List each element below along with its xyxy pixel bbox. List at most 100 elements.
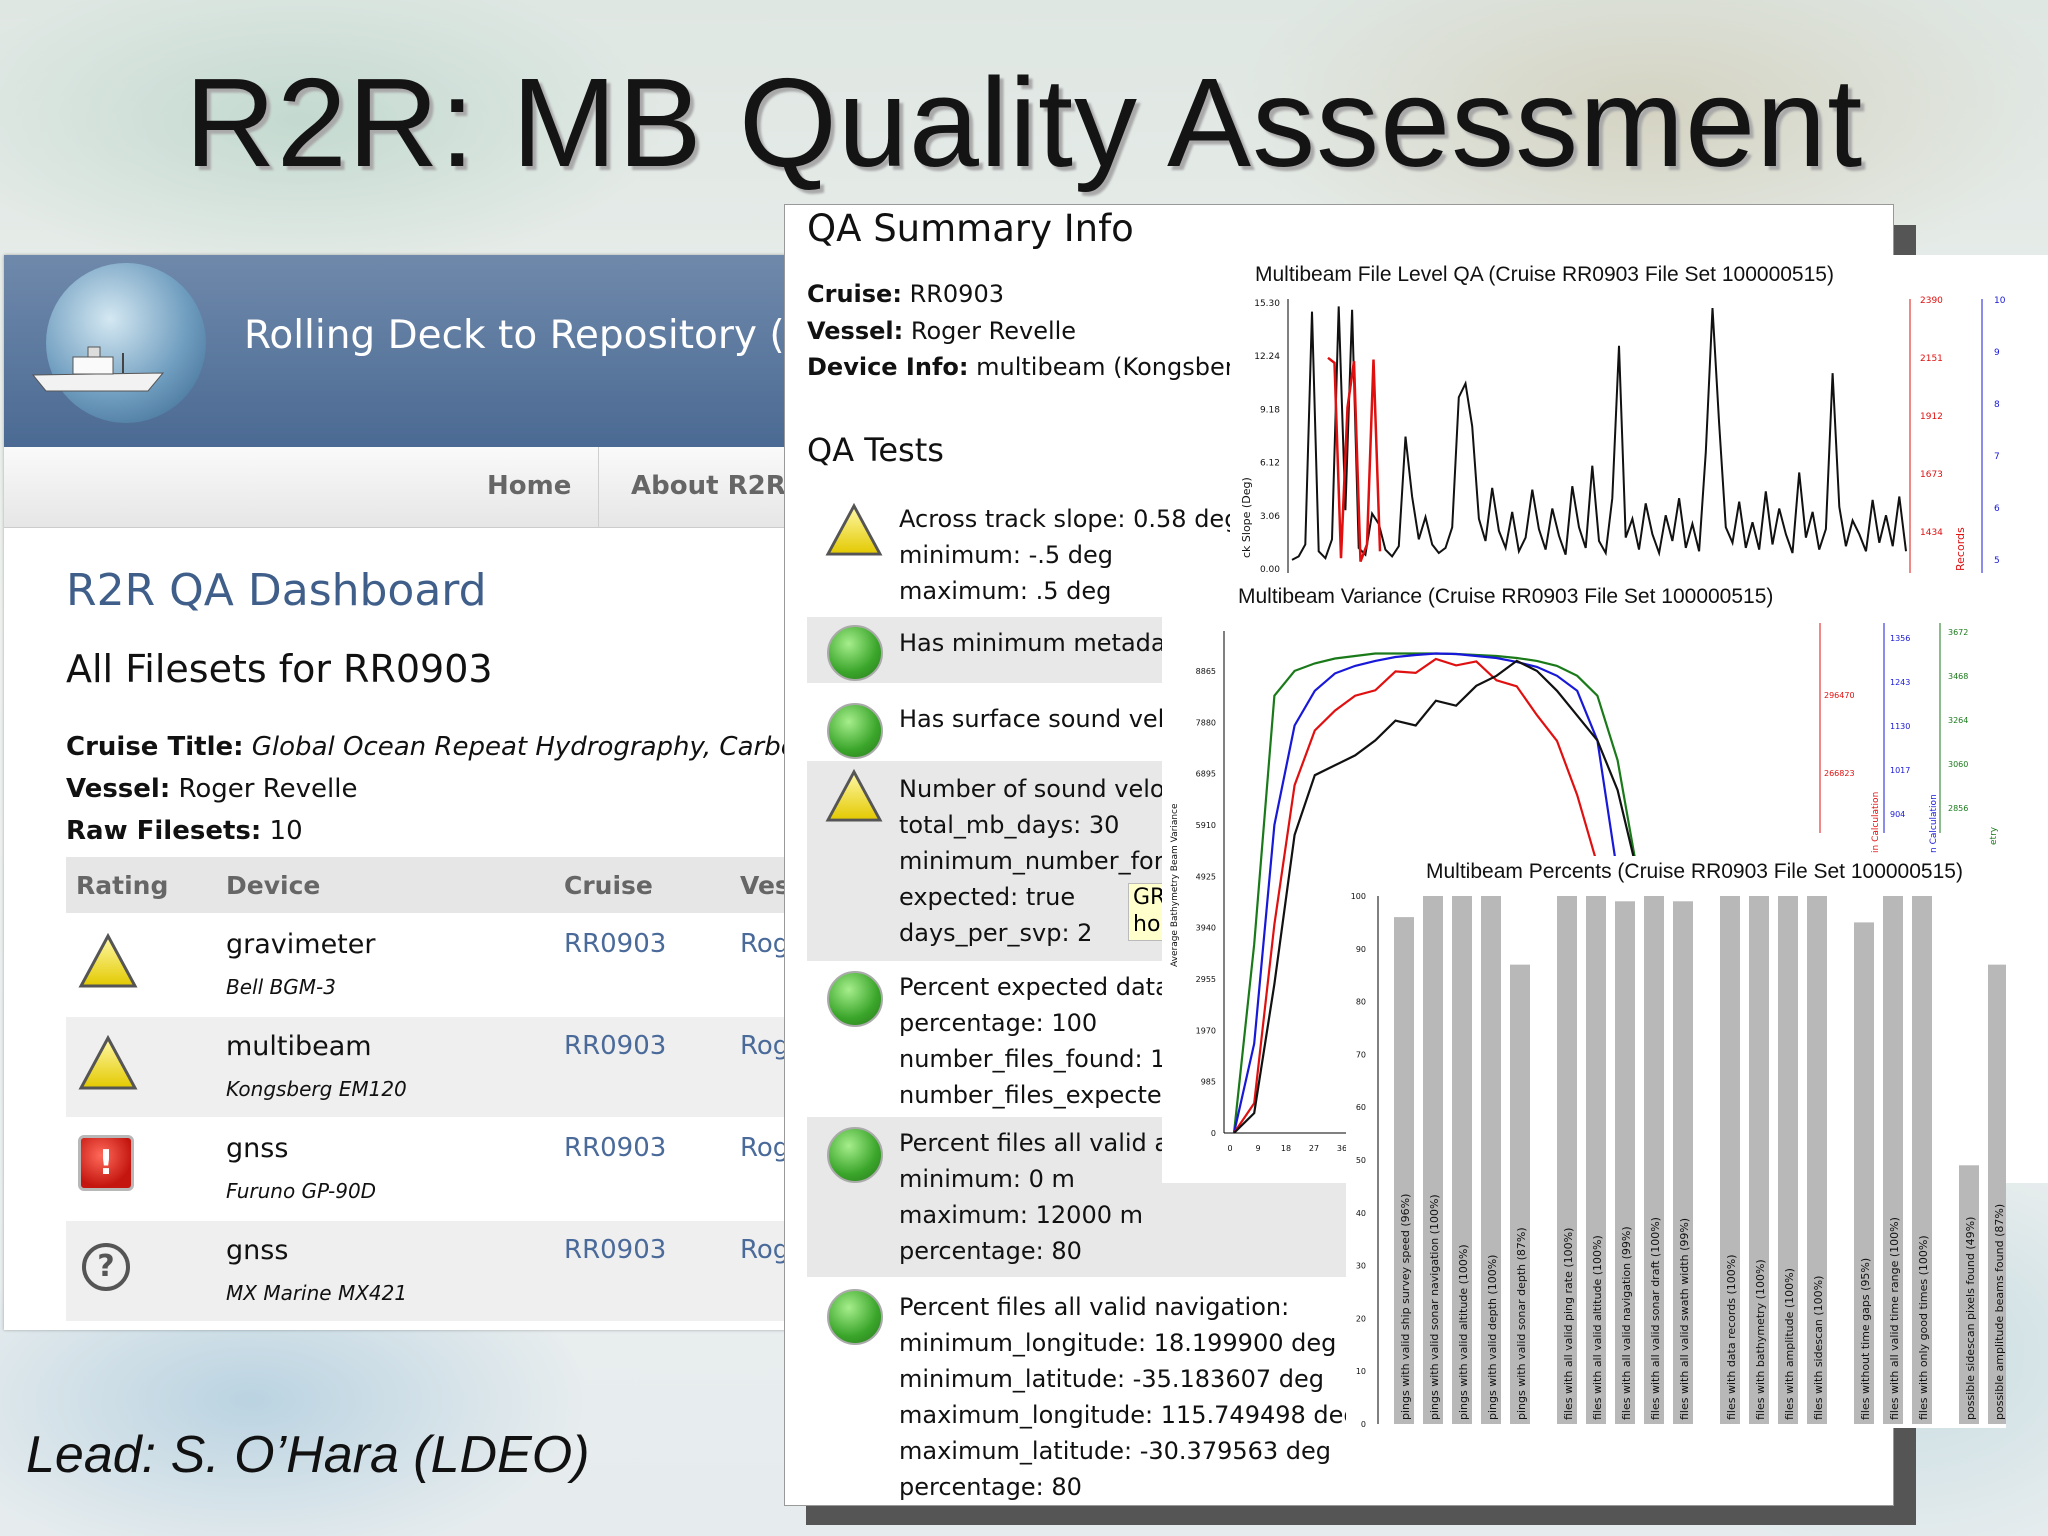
blue-tick-label: 8 xyxy=(1994,400,2000,410)
qa-test-line: maximum: .5 deg xyxy=(899,577,1112,605)
red-tick-label: 2390 xyxy=(1920,296,1943,306)
qa-test-line: Has minimum metadata xyxy=(899,629,1190,657)
green-tick-label: 3672 xyxy=(1948,628,1968,637)
y-tick-label: 9.18 xyxy=(1260,405,1280,415)
blue-tick-label: 1243 xyxy=(1890,678,1910,687)
y-axis-label: ck Slope (Deg) xyxy=(1240,477,1253,558)
green-tick-label: 3468 xyxy=(1948,672,1968,681)
col-vessel[interactable]: Ves xyxy=(740,871,790,900)
y-tick-label: 50 xyxy=(1356,1156,1366,1165)
device-name: gnss xyxy=(226,1235,289,1266)
vessel-link[interactable]: Rog xyxy=(740,929,789,959)
vessel-link[interactable]: Rog xyxy=(740,1031,789,1061)
red-tick-label: 1434 xyxy=(1920,528,1943,538)
qa-test-line: maximum_latitude: -30.379563 deg xyxy=(899,1437,1332,1465)
qa-test-line: maximum_longitude: 115.749498 deg xyxy=(899,1401,1359,1429)
qa-test-line: minimum: -.5 deg xyxy=(899,541,1114,569)
y-tick-label: 30 xyxy=(1356,1262,1366,1271)
question-icon: ? xyxy=(82,1243,130,1291)
y-tick-label: 0.00 xyxy=(1260,565,1280,575)
ship-icon xyxy=(31,346,165,392)
chart-percents: Multibeam Percents (Cruise RR0903 File S… xyxy=(1346,856,2006,1428)
y-tick-label: 4925 xyxy=(1196,872,1216,881)
ok-icon xyxy=(827,971,883,1027)
blue-tick-label: 1356 xyxy=(1890,634,1910,643)
bar-label: files with all valid altitude (100%) xyxy=(1591,1235,1604,1420)
cruise-link[interactable]: RR0903 xyxy=(564,1133,666,1163)
cruise-link[interactable]: RR0903 xyxy=(564,929,666,959)
red-tick-label: 2151 xyxy=(1920,354,1943,364)
bar-label: files with all valid ping rate (100%) xyxy=(1562,1228,1575,1420)
cruise-link[interactable]: RR0903 xyxy=(564,1031,666,1061)
dashboard-screenshot: Rolling Deck to Repository ( Home About … xyxy=(4,255,804,1330)
qa-test-line: minimum_latitude: -35.183607 deg xyxy=(899,1365,1324,1393)
green-tick-label: 2856 xyxy=(1948,804,1968,813)
col-cruise[interactable]: Cruise xyxy=(564,871,653,900)
bar-label: files without time gaps (95%) xyxy=(1859,1258,1872,1420)
chart-title: Multibeam File Level QA (Cruise RR0903 F… xyxy=(1255,263,1834,286)
x-tick-label: 0 xyxy=(1227,1144,1232,1153)
red-axis-label: in Calculation xyxy=(1871,792,1881,853)
blue-tick-label: 6 xyxy=(1994,504,2000,514)
y-tick-label: 12.24 xyxy=(1254,352,1280,362)
bar-label: files with bathymetry (100%) xyxy=(1754,1259,1767,1420)
y-tick-label: 985 xyxy=(1201,1078,1216,1087)
bar-label: pings with valid sonar depth (87%) xyxy=(1515,1227,1528,1420)
cruise-title-line: Cruise Title: Global Ocean Repeat Hydrog… xyxy=(66,732,804,762)
red-tick-label: 266823 xyxy=(1824,769,1855,778)
chart-title: Multibeam Percents (Cruise RR0903 File S… xyxy=(1426,860,1963,883)
dashboard-heading: R2R QA Dashboard xyxy=(66,565,487,616)
x-tick-label: 27 xyxy=(1309,1144,1319,1153)
table-row: ! gnss Furuno GP-90D RR0903 Rog xyxy=(66,1119,804,1219)
qa-vessel-line: Vessel: Roger Revelle xyxy=(807,317,1077,345)
qa-test-line: maximum: 12000 m xyxy=(899,1201,1143,1229)
device-name: multibeam xyxy=(226,1031,372,1062)
chart-svg: Multibeam Percents (Cruise RR0903 File S… xyxy=(1351,860,2006,1428)
fileset-heading: All Filesets for RR0903 xyxy=(66,647,493,691)
bar-label: files with data records (100%) xyxy=(1725,1255,1738,1420)
cruise-link[interactable]: RR0903 xyxy=(564,1235,666,1265)
qa-test-line: days_per_svp: 2 xyxy=(899,919,1093,947)
bar-label: pings with valid altitude (100%) xyxy=(1457,1244,1470,1420)
vessel-link[interactable]: Rog xyxy=(740,1133,789,1163)
device-model: Bell BGM-3 xyxy=(226,975,336,999)
green-tick-label: 3264 xyxy=(1948,716,1968,725)
y-tick-label: 3.06 xyxy=(1260,512,1280,522)
warning-icon xyxy=(78,1035,138,1090)
lead-credit: Lead: S. O’Hara (LDEO) xyxy=(26,1426,590,1484)
y-tick-label: 15.30 xyxy=(1254,299,1280,309)
qa-test-line: Across track slope: 0.58 deg xyxy=(899,505,1240,533)
series-line xyxy=(1327,356,1382,563)
qa-summary-heading: QA Summary Info xyxy=(807,207,1134,250)
bar-label: files with all valid swath width (99%) xyxy=(1678,1218,1691,1420)
dashboard-brand: Rolling Deck to Repository ( xyxy=(244,313,785,358)
warning-icon xyxy=(825,769,883,822)
y-tick-label: 6895 xyxy=(1196,770,1216,779)
blue-tick-label: 1017 xyxy=(1890,766,1910,775)
vessel-link[interactable]: Rog xyxy=(740,1235,789,1265)
qa-test-line: minimum: 0 m xyxy=(899,1165,1075,1193)
device-model: Furuno GP-90D xyxy=(226,1179,377,1203)
chart-file-level-qa: Multibeam File Level QA (Cruise RR0903 F… xyxy=(1230,255,2048,585)
bar-label: files with amplitude (100%) xyxy=(1783,1268,1796,1420)
y-tick-label: 0 xyxy=(1361,1420,1366,1428)
qa-test-line: Percent expected data f xyxy=(899,973,1186,1001)
slide-title: R2R: MB Quality Assessment xyxy=(184,52,1864,193)
col-rating[interactable]: Rating xyxy=(76,871,168,900)
nav-about[interactable]: About R2R xyxy=(631,471,786,501)
blue-axis-label: n Calculation xyxy=(1929,794,1939,853)
nav-home[interactable]: Home xyxy=(487,471,571,501)
col-device[interactable]: Device xyxy=(226,871,320,900)
blue-tick-label: 7 xyxy=(1994,452,2000,462)
ok-icon xyxy=(827,703,883,759)
y-tick-label: 6.12 xyxy=(1260,459,1280,469)
blue-tick-label: 1130 xyxy=(1890,722,1910,731)
y-tick-label: 5910 xyxy=(1196,821,1216,830)
bar-label: files with sidescan (100%) xyxy=(1812,1276,1825,1420)
y-tick-label: 1970 xyxy=(1196,1026,1216,1035)
device-name: gnss xyxy=(226,1133,289,1164)
ok-icon xyxy=(827,1289,883,1345)
x-tick-label: 18 xyxy=(1281,1144,1291,1153)
table-row: ? gnss MX Marine MX421 RR0903 Rog xyxy=(66,1221,804,1321)
y-tick-label: 40 xyxy=(1356,1209,1366,1218)
